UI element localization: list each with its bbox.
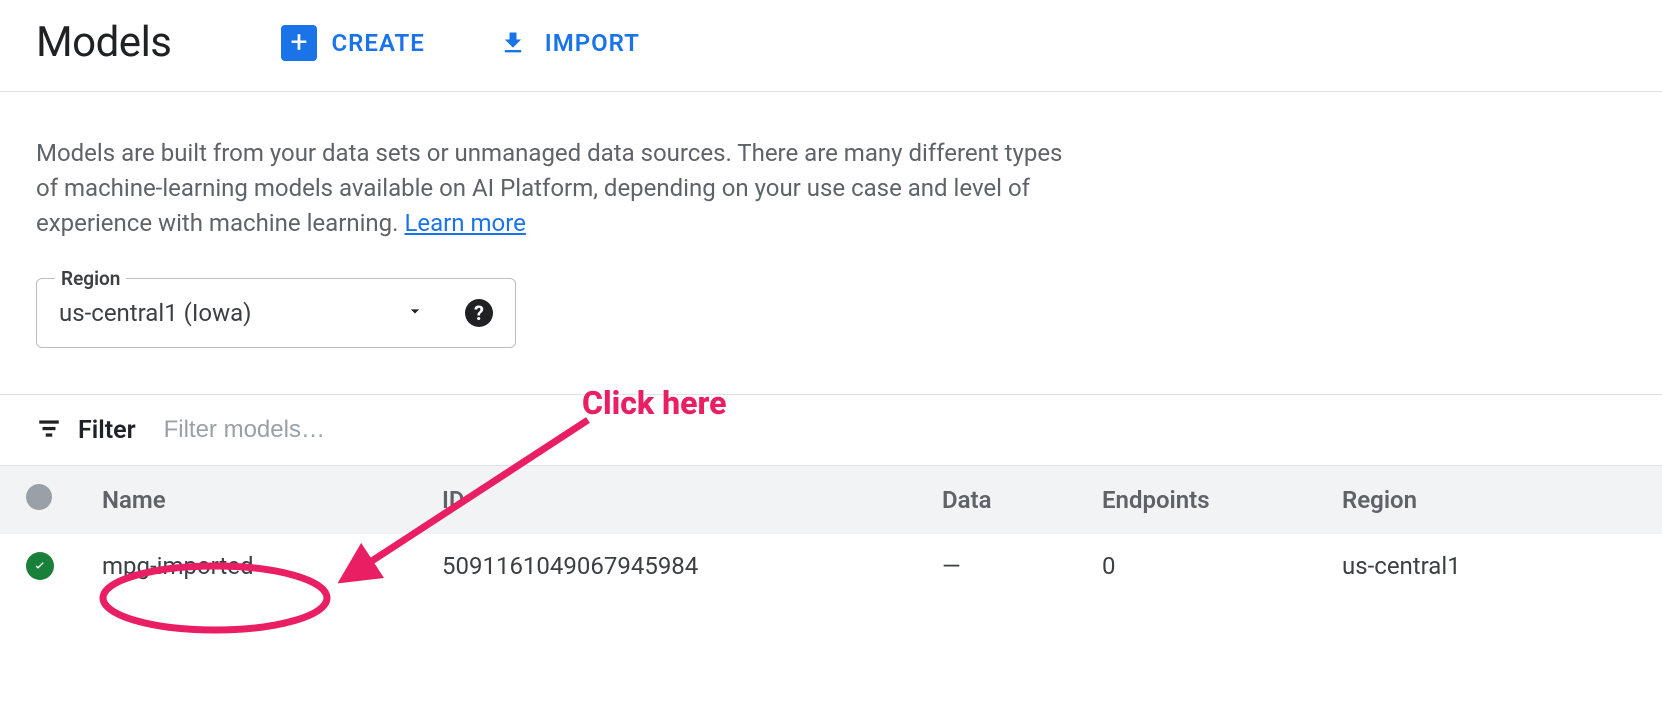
page-title: Models <box>36 18 171 67</box>
create-label: CREATE <box>331 29 424 57</box>
table-row: mpg-imported 5091161049067945984 — 0 us-… <box>0 534 1662 598</box>
create-button[interactable]: + CREATE <box>281 25 424 61</box>
select-all-dot[interactable] <box>26 484 52 510</box>
filter-input[interactable] <box>164 416 1626 444</box>
description-text: Models are built from your data sets or … <box>36 136 1066 240</box>
row-id-cell: 5091161049067945984 <box>430 534 930 598</box>
chevron-down-icon <box>405 301 425 325</box>
region-value: us-central1 (Iowa) <box>59 299 405 327</box>
content-area: Models are built from your data sets or … <box>0 92 1662 348</box>
model-name-link[interactable]: mpg-imported <box>102 552 254 580</box>
col-region[interactable]: Region <box>1330 466 1662 534</box>
models-table: Name ID Data Endpoints Region mpg-import… <box>0 466 1662 598</box>
region-select[interactable]: Region us-central1 (Iowa) ? <box>36 278 516 348</box>
col-id[interactable]: ID <box>430 466 930 534</box>
region-selector-row: Region us-central1 (Iowa) ? <box>36 278 1626 348</box>
import-label: IMPORT <box>545 29 640 57</box>
col-name[interactable]: Name <box>90 466 430 534</box>
filter-icon <box>36 415 62 445</box>
row-endpoints-cell: 0 <box>1090 534 1330 598</box>
table-header: Name ID Data Endpoints Region <box>0 466 1662 534</box>
col-endpoints[interactable]: Endpoints <box>1090 466 1330 534</box>
filter-label: Filter <box>78 416 136 445</box>
help-icon[interactable]: ? <box>465 299 493 327</box>
plus-icon: + <box>281 25 317 61</box>
row-region-cell: us-central1 <box>1330 534 1662 598</box>
row-data-cell: — <box>930 534 1090 598</box>
import-icon <box>495 25 531 61</box>
description-body: Models are built from your data sets or … <box>36 139 1062 237</box>
row-status-cell <box>0 534 90 598</box>
select-all-header <box>0 466 90 534</box>
col-data[interactable]: Data <box>930 466 1090 534</box>
row-name-cell: mpg-imported <box>90 534 430 598</box>
filter-bar: Filter <box>0 394 1662 466</box>
status-ok-icon <box>26 552 54 580</box>
learn-more-link[interactable]: Learn more <box>404 209 525 237</box>
page-header: Models + CREATE IMPORT <box>0 0 1662 92</box>
import-button[interactable]: IMPORT <box>495 25 640 61</box>
region-label: Region <box>55 267 126 290</box>
